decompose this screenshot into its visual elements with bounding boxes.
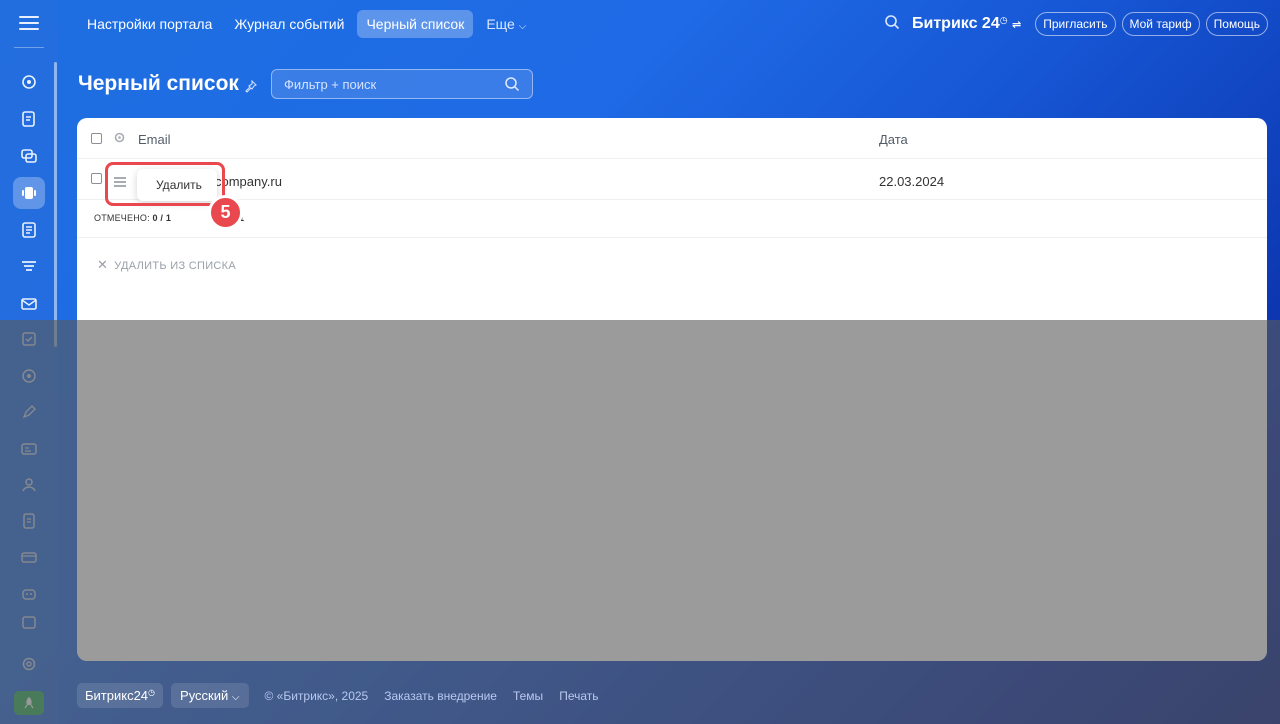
help-button[interactable]: Помощь bbox=[1205, 12, 1268, 36]
clock-icon: ◷ bbox=[148, 688, 156, 697]
tab-more[interactable]: Еще ⌵ bbox=[477, 10, 535, 38]
remove-from-list-label: УДАЛИТЬ ИЗ СПИСКА bbox=[114, 260, 236, 272]
tab-more-label: Еще bbox=[486, 16, 515, 32]
top-navigation: Настройки портала Журнал событий Черный … bbox=[78, 10, 535, 38]
contact-center-icon bbox=[22, 187, 36, 199]
sidebar-scrollbar[interactable] bbox=[54, 62, 57, 347]
sidebar-item-tasks-icon[interactable] bbox=[13, 103, 45, 135]
column-header-date[interactable]: Дата bbox=[879, 132, 908, 147]
top-bar: Настройки портала Журнал событий Черный … bbox=[58, 0, 1280, 50]
step-badge: 5 bbox=[208, 195, 243, 230]
themes-link[interactable]: Темы bbox=[513, 689, 543, 703]
invite-button[interactable]: Пригласить bbox=[1035, 12, 1116, 36]
sidebar-divider bbox=[14, 47, 44, 48]
chevron-down-icon: ⌵ bbox=[231, 692, 240, 703]
row-date: 22.03.2024 bbox=[879, 174, 945, 189]
tab-blacklist[interactable]: Черный список bbox=[357, 10, 474, 38]
sidebar-item-funnel-icon[interactable] bbox=[13, 251, 45, 283]
sidebar-item-crm-icon[interactable] bbox=[13, 66, 45, 98]
language-select[interactable]: Русский ⌵ bbox=[171, 683, 249, 708]
column-header-email[interactable]: Email bbox=[138, 132, 171, 147]
row-checkbox[interactable] bbox=[91, 173, 102, 184]
chevron-down-icon: ⌵ bbox=[518, 21, 527, 32]
top-right-controls: Битрикс 24◷ ⇌ Пригласить Мой тариф Помощ… bbox=[884, 12, 1268, 36]
menu-icon[interactable] bbox=[19, 16, 39, 32]
grid-header: Email Дата bbox=[77, 118, 1267, 159]
grid-footer: ОТМЕЧЕНО: 0 / 1 О: 1 bbox=[77, 200, 1267, 238]
sidebar-item-chat-icon[interactable] bbox=[13, 140, 45, 172]
language-label: Русский bbox=[180, 688, 229, 703]
filter-search-input[interactable] bbox=[284, 77, 504, 92]
bitrix24-logo: Битрикс 24◷ ⇌ bbox=[912, 15, 1021, 33]
remove-from-list-button[interactable]: ✕ УДАЛИТЬ ИЗ СПИСКА bbox=[97, 257, 236, 273]
grid-settings-gear-icon[interactable] bbox=[113, 131, 126, 149]
settings-sliders-icon: ⇌ bbox=[1012, 19, 1022, 31]
selected-counter-value: 0 / 1 bbox=[152, 213, 172, 223]
chat-icon bbox=[21, 149, 37, 163]
refresh-icon bbox=[22, 75, 36, 89]
tab-event-log[interactable]: Журнал событий bbox=[225, 10, 353, 38]
copyright: © «Битрикс», 2025 bbox=[264, 688, 369, 703]
funnel-icon bbox=[22, 261, 36, 271]
pin-icon[interactable] bbox=[244, 79, 257, 98]
sidebar-item-mail-icon[interactable] bbox=[13, 288, 45, 320]
filter-search-box[interactable] bbox=[271, 69, 533, 99]
sidebar-item-contact-center-icon[interactable] bbox=[13, 177, 45, 209]
table-row[interactable]: company.ru 22.03.2024 bbox=[77, 159, 1267, 200]
row-email: company.ru bbox=[215, 174, 282, 189]
order-implementation-link[interactable]: Заказать внедрение bbox=[384, 689, 497, 703]
my-tariff-button[interactable]: Мой тариф bbox=[1121, 12, 1200, 36]
page-footer: Битрикс24◷ Русский ⌵ © «Битрикс», 2025 З… bbox=[77, 683, 599, 708]
close-icon: ✕ bbox=[97, 257, 109, 272]
print-link[interactable]: Печать bbox=[559, 689, 598, 703]
sidebar-item-docs-icon[interactable] bbox=[13, 214, 45, 246]
logo-text: Битрикс 24 bbox=[912, 15, 1000, 32]
selected-counter-label: ОТМЕЧЕНО: bbox=[94, 213, 150, 223]
edit-document-icon bbox=[22, 111, 35, 127]
document-icon bbox=[22, 222, 36, 238]
page-title: Черный список bbox=[78, 72, 239, 95]
mail-icon bbox=[21, 298, 37, 310]
select-all-checkbox[interactable] bbox=[91, 133, 102, 144]
search-icon[interactable] bbox=[884, 14, 900, 35]
tab-portal-settings[interactable]: Настройки портала bbox=[78, 10, 221, 38]
footer-brand-button[interactable]: Битрикс24◷ bbox=[77, 683, 164, 708]
search-icon[interactable] bbox=[504, 76, 520, 97]
dimmed-panel-area bbox=[77, 320, 1267, 661]
footer-brand-label: Битрикс24 bbox=[85, 688, 149, 703]
clock-icon: ◷ bbox=[999, 15, 1008, 25]
tutorial-highlight bbox=[105, 162, 225, 206]
selected-counter: ОТМЕЧЕНО: 0 / 1 bbox=[94, 213, 171, 223]
